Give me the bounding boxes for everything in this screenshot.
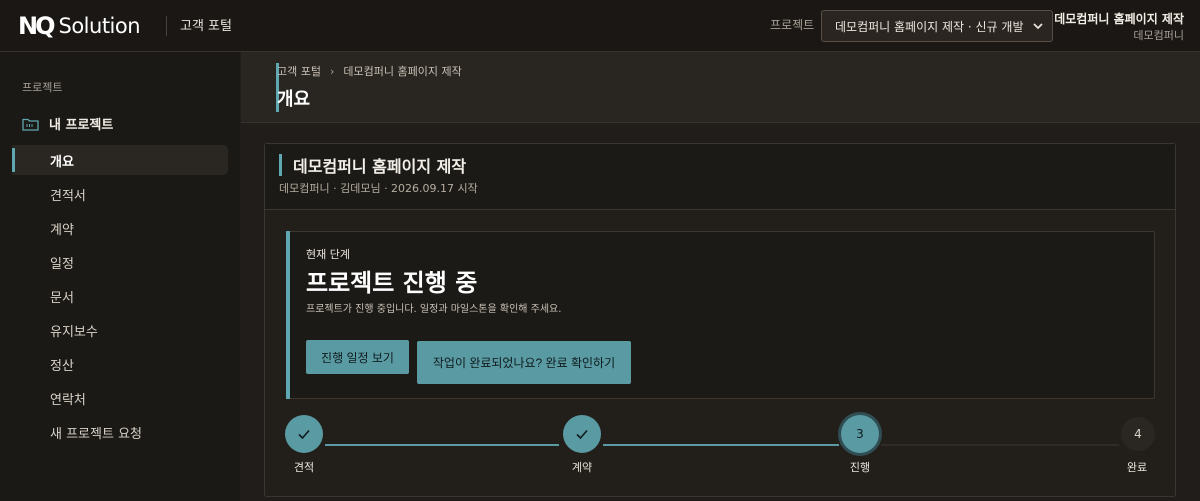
card-header-accent xyxy=(279,154,282,176)
step-label-contract: 계약 xyxy=(571,461,593,474)
sidebar: 프로젝트 내 프로젝트 개요 견적서 계약 일정 문서 유지보수 정산 연락처 … xyxy=(0,52,240,501)
sidebar-item-contract[interactable]: 계약 xyxy=(12,213,228,243)
sidebar-item-schedule[interactable]: 일정 xyxy=(12,247,228,277)
sidebar-item-settlement[interactable]: 정산 xyxy=(12,349,228,379)
breadcrumb-separator: › xyxy=(329,64,335,78)
stage-label: 현재 단계 xyxy=(306,248,350,261)
step-label-progress: 진행 xyxy=(849,461,871,474)
project-overview-card: 데모컴퍼니 홈페이지 제작 데모컴퍼니 · 김데모님 · 2026.09.17 … xyxy=(264,143,1176,497)
portal-title: 고객 포털 xyxy=(180,19,232,34)
logo-text: Solution xyxy=(58,14,141,38)
step-connector xyxy=(881,444,1119,446)
logo-mark: NQ xyxy=(18,12,55,40)
sidebar-item-contacts[interactable]: 연락처 xyxy=(12,383,228,413)
sidebar-group-label: 내 프로젝트 xyxy=(49,118,114,133)
project-select[interactable]: 데모컴퍼니 홈페이지 제작 · 신규 개발 xyxy=(821,10,1053,42)
project-select-label: 프로젝트 xyxy=(770,18,815,32)
breadcrumb: 고객 포털 › 데모컴퍼니 홈페이지 제작 xyxy=(277,63,462,79)
step-progress: 3 xyxy=(841,415,879,453)
sidebar-item-new-project[interactable]: 새 프로젝트 요청 xyxy=(12,417,228,447)
step-connector xyxy=(603,444,839,446)
chevron-down-icon xyxy=(1033,23,1043,30)
folder-icon xyxy=(22,118,39,131)
stage-title: 프로젝트 진행 중 xyxy=(306,269,478,297)
user-company: 데모컴퍼니 xyxy=(1133,29,1184,42)
project-title: 데모컴퍼니 홈페이지 제작 xyxy=(293,157,467,176)
step-connector xyxy=(325,444,559,446)
sidebar-group-my-projects[interactable]: 내 프로젝트 xyxy=(22,114,113,133)
sidebar-item-maintenance[interactable]: 유지보수 xyxy=(12,315,228,345)
sidebar-item-quote[interactable]: 견적서 xyxy=(12,179,228,209)
step-label-estimate: 견적 xyxy=(293,461,315,474)
step-contract xyxy=(563,415,601,453)
check-icon xyxy=(298,429,310,440)
step-estimate xyxy=(285,415,323,453)
step-complete: 4 xyxy=(1121,417,1155,451)
top-bar: NQ Solution 고객 포털 프로젝트 데모컴퍼니 홈페이지 제작 · 신… xyxy=(0,0,1200,52)
confirm-complete-button[interactable]: 작업이 완료되었나요? 완료 확인하기 xyxy=(417,341,631,384)
step-label-complete: 완료 xyxy=(1126,461,1148,474)
current-stage-box: 현재 단계 프로젝트 진행 중 프로젝트가 진행 중입니다. 일정과 마일스톤을… xyxy=(286,231,1155,399)
stage-accent xyxy=(286,231,290,399)
breadcrumb-project[interactable]: 데모컴퍼니 홈페이지 제작 xyxy=(343,63,461,79)
card-header: 데모컴퍼니 홈페이지 제작 데모컴퍼니 · 김데모님 · 2026.09.17 … xyxy=(265,144,1175,210)
page-header: 고객 포털 › 데모컴퍼니 홈페이지 제작 개요 xyxy=(241,52,1200,123)
page-title: 개요 xyxy=(277,89,311,110)
divider xyxy=(166,16,167,36)
project-meta: 데모컴퍼니 · 김데모님 · 2026.09.17 시작 xyxy=(279,182,478,195)
stage-description: 프로젝트가 진행 중입니다. 일정과 마일스톤을 확인해 주세요. xyxy=(306,304,562,315)
logo[interactable]: NQ Solution xyxy=(18,12,141,40)
user-name[interactable]: 데모컴퍼니 홈페이지 제작 xyxy=(1054,10,1184,27)
sidebar-section-label: 프로젝트 xyxy=(22,81,63,94)
breadcrumb-portal[interactable]: 고객 포털 xyxy=(277,63,321,79)
view-schedule-button[interactable]: 진행 일정 보기 xyxy=(306,340,409,374)
sidebar-item-documents[interactable]: 문서 xyxy=(12,281,228,311)
check-icon xyxy=(576,429,588,440)
sidebar-item-overview[interactable]: 개요 xyxy=(12,145,228,175)
project-select-value: 데모컴퍼니 홈페이지 제작 · 신규 개발 xyxy=(835,19,1024,34)
